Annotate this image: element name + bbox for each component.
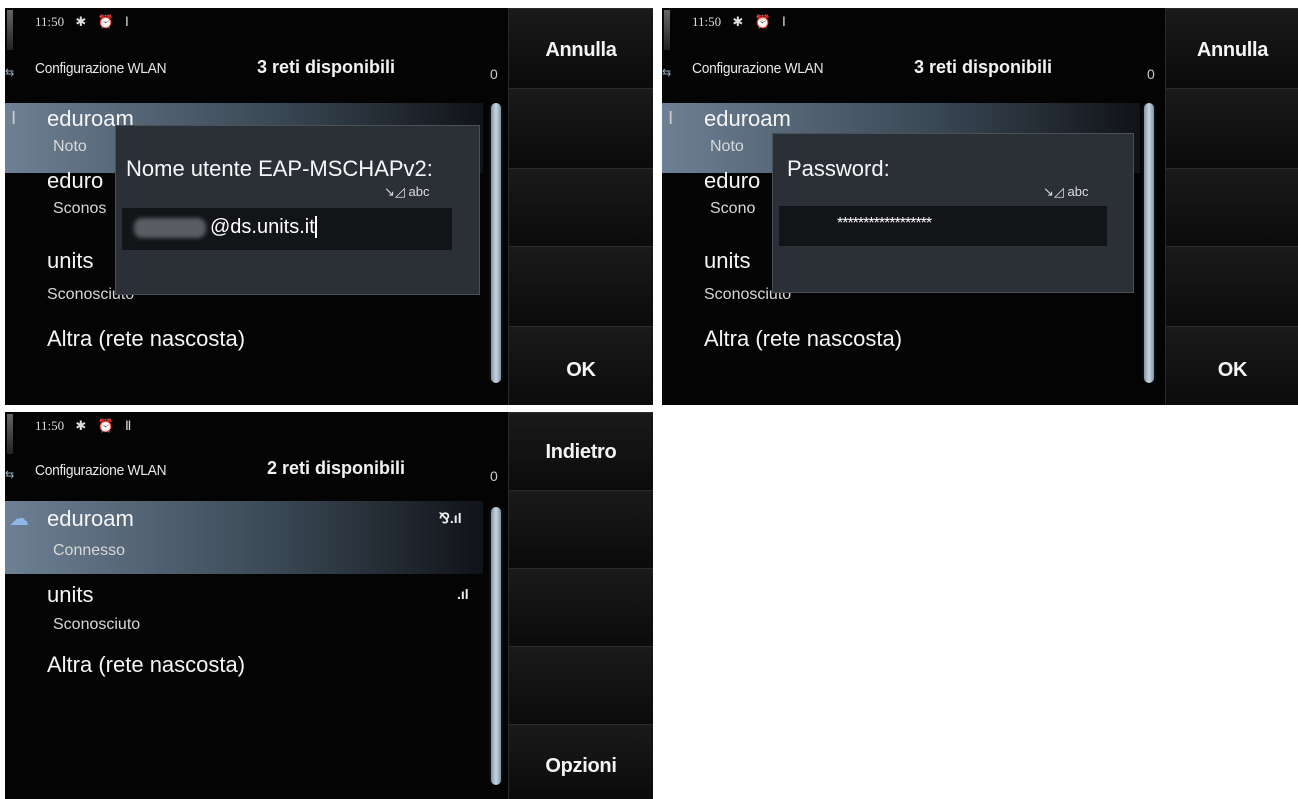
username-dialog: Nome utente EAP-MSCHAPv2: ↘◿ abc @ds.uni…	[115, 125, 480, 295]
wlan-icon: Ⅱ	[124, 418, 132, 433]
network-name: eduro	[47, 168, 104, 193]
screen-username-dialog: 11:50 ✱ ⏰ Ⅰ ⇆ Configurazione WLAN 3 reti…	[5, 8, 653, 405]
softkey-empty	[1165, 88, 1298, 168]
ok-label: OK	[566, 359, 596, 381]
status-bar: 11:50 ✱ ⏰ Ⅱ	[35, 418, 139, 434]
input-mode: ↘◿ abc	[1043, 184, 1089, 199]
clock: 11:50	[692, 14, 722, 29]
screen-connected: 11:50 ✱ ⏰ Ⅱ ⇆ Configurazione WLAN 2 reti…	[5, 412, 653, 799]
password-mask: ******************	[837, 215, 932, 232]
softkey-bar: Annulla OK	[508, 8, 653, 405]
softkey-empty	[508, 646, 653, 724]
softkey-empty	[1165, 168, 1298, 246]
cancel-button[interactable]: Annulla	[1165, 8, 1298, 88]
network-status: Connesso	[53, 542, 126, 559]
alarm-icon: ⏰	[97, 14, 114, 29]
cancel-button[interactable]: Annulla	[508, 8, 653, 88]
cancel-label: Annulla	[1196, 39, 1269, 61]
softkey-bar: Annulla OK	[1165, 8, 1298, 405]
network-name[interactable]: Altra (rete nascosta)	[47, 652, 245, 678]
page-title: Configurazione WLAN	[35, 60, 167, 77]
ok-label: OK	[1217, 359, 1248, 381]
network-count: 2 reti disponibili	[267, 458, 406, 478]
wlan-icon: Ⅰ	[781, 14, 786, 29]
scrollbar[interactable]	[1142, 103, 1156, 383]
page-title: Configurazione WLAN	[692, 60, 824, 77]
bluetooth-icon: ✱	[732, 14, 744, 29]
network-status: Noto	[710, 138, 744, 155]
wlan-icon: Ⅰ	[11, 108, 17, 128]
input-mode: ↘◿ abc	[384, 184, 430, 199]
screen-password-dialog: 11:50 ✱ ⏰ Ⅰ ⇆ Configurazione WLAN 3 reti…	[662, 8, 1298, 405]
network-name: units	[47, 582, 94, 607]
softkey-empty	[508, 490, 653, 568]
page-title: Configurazione WLAN	[35, 462, 167, 479]
alarm-icon: ⏰	[97, 418, 114, 433]
indicator-zero: 0	[1147, 66, 1155, 82]
text-caret	[314, 216, 317, 238]
ok-button[interactable]: OK	[508, 326, 653, 405]
pen-icon: ↘◿	[1043, 184, 1064, 199]
indicator-zero: 0	[490, 66, 498, 82]
app-icon: ⇆	[5, 469, 15, 481]
app-icon: ⇆	[662, 67, 672, 79]
network-name: eduroam	[47, 506, 134, 531]
network-count: 3 reti disponibili	[914, 57, 1053, 77]
bluetooth-icon: ✱	[75, 418, 87, 433]
corner-decoration	[664, 10, 670, 50]
back-label: Indietro	[545, 441, 617, 463]
clock: 11:50	[35, 418, 65, 433]
signal-bars-icon: .ıl	[457, 586, 469, 602]
network-name[interactable]: Altra (rete nascosta)	[47, 326, 245, 352]
softkey-bar: Indietro Opzioni	[508, 412, 653, 799]
dialog-title: Nome utente EAP-MSCHAPv2:	[126, 156, 433, 181]
redacted-blur	[134, 218, 206, 238]
softkey-empty	[508, 568, 653, 646]
scrollbar-thumb[interactable]	[491, 507, 501, 785]
softkey-empty	[508, 88, 653, 168]
scrollbar-thumb[interactable]	[1144, 103, 1154, 383]
username-input[interactable]: @ds.units.it	[122, 208, 452, 250]
alarm-icon: ⏰	[754, 14, 771, 29]
ok-button[interactable]: OK	[1165, 326, 1298, 405]
options-button[interactable]: Opzioni	[508, 724, 653, 799]
wlan-icon: Ⅰ	[124, 14, 129, 29]
softkey-empty	[508, 168, 653, 246]
cancel-label: Annulla	[545, 39, 617, 61]
scrollbar[interactable]	[489, 507, 503, 785]
network-status: Sconosciuto	[53, 616, 141, 633]
network-name: units	[47, 248, 94, 273]
wlan-icon: Ⅰ	[668, 108, 674, 128]
network-status: Noto	[53, 138, 87, 155]
scrollbar-thumb[interactable]	[491, 103, 501, 383]
network-name: eduroam	[704, 106, 791, 131]
clock: 11:50	[35, 14, 65, 29]
network-count: 3 reti disponibili	[257, 57, 396, 77]
softkey-empty	[1165, 246, 1298, 326]
status-bar: 11:50 ✱ ⏰ Ⅰ	[692, 14, 794, 30]
signal-bars-icon: ⅋.ıl	[439, 510, 462, 526]
connected-icon: ☁	[9, 508, 29, 530]
password-input[interactable]: ******************	[779, 206, 1107, 246]
corner-decoration	[7, 414, 13, 454]
input-value: @ds.units.it	[210, 216, 315, 238]
dialog-title: Password:	[787, 156, 890, 181]
corner-decoration	[7, 10, 13, 50]
password-dialog: Password: ↘◿ abc ******************	[772, 133, 1134, 293]
pen-icon: ↘◿	[384, 184, 405, 199]
app-icon: ⇆	[5, 67, 15, 79]
network-status: Scono	[710, 200, 756, 217]
back-button[interactable]: Indietro	[508, 412, 653, 490]
network-name: eduro	[704, 168, 761, 193]
scrollbar[interactable]	[489, 103, 503, 383]
options-label: Opzioni	[545, 755, 617, 777]
softkey-empty	[508, 246, 653, 326]
network-name: units	[704, 248, 751, 273]
bluetooth-icon: ✱	[75, 14, 87, 29]
network-name[interactable]: Altra (rete nascosta)	[704, 326, 902, 352]
status-bar: 11:50 ✱ ⏰ Ⅰ	[35, 14, 137, 30]
network-status: Sconos	[53, 200, 107, 217]
indicator-zero: 0	[490, 468, 498, 484]
